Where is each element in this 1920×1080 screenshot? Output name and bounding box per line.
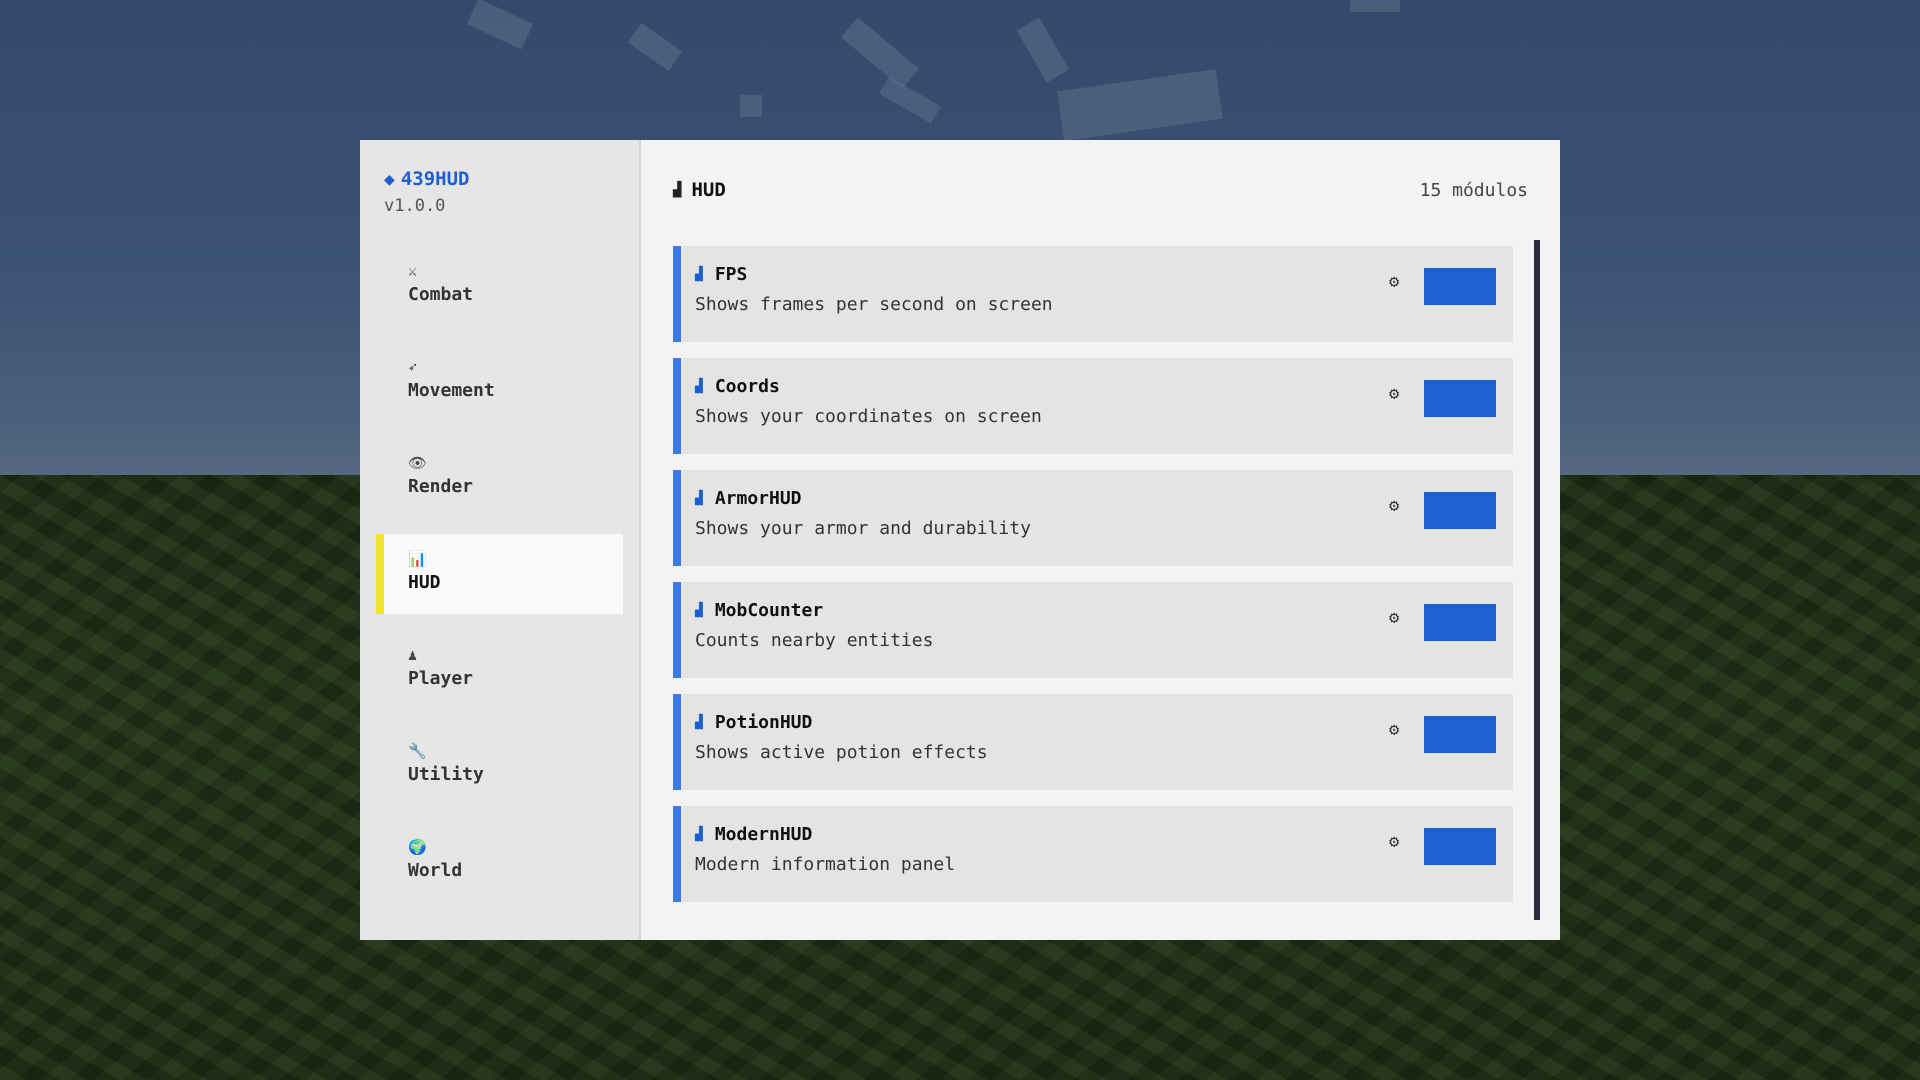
cloud xyxy=(627,22,683,72)
module-toggle[interactable] xyxy=(1424,828,1496,865)
module-description: Modern information panel xyxy=(695,854,956,875)
globe-icon: 🌍 xyxy=(408,838,427,856)
page-title: ▟ HUD xyxy=(673,179,726,201)
chart-icon: ▟ xyxy=(695,378,703,394)
diamond-icon: ◆ xyxy=(384,168,395,190)
sidebar-item-label: HUD xyxy=(408,572,441,593)
module-name: Coords xyxy=(714,375,780,397)
eye-icon: 👁 xyxy=(408,454,428,472)
sidebar-item-label: Render xyxy=(408,476,474,497)
chart-icon: ▟ xyxy=(695,714,703,730)
gear-icon[interactable]: ⚙ xyxy=(1389,384,1399,404)
gear-icon[interactable]: ⚙ xyxy=(1389,832,1399,852)
module-toggle[interactable] xyxy=(1424,604,1496,641)
module-card-modernhud[interactable]: ▟ ModernHUD Modern information panel ⚙ xyxy=(673,806,1513,902)
module-list-scrollbar[interactable] xyxy=(1534,240,1540,920)
brand: ◆ 439HUD v1.0.0 xyxy=(376,168,623,216)
module-list-area: ▟ HUD 15 módulos ▟ FPS Shows frames per … xyxy=(641,140,1560,940)
swords-icon: ⚔ xyxy=(408,262,418,280)
module-card-armorhud[interactable]: ▟ ArmorHUD Shows your armor and durabili… xyxy=(673,470,1513,566)
chart-icon: ▟ xyxy=(695,602,703,618)
sidebar-item-world[interactable]: 🌍 World xyxy=(376,822,623,902)
cloud xyxy=(841,17,919,89)
module-toggle[interactable] xyxy=(1424,268,1496,305)
module-description: Shows your armor and durability xyxy=(695,518,1031,539)
module-name: PotionHUD xyxy=(714,711,813,733)
cloud xyxy=(740,95,762,117)
chart-icon: ▟ xyxy=(695,266,703,282)
wrench-icon: 🔧 xyxy=(408,742,427,760)
module-name: ArmorHUD xyxy=(714,487,802,509)
sidebar-item-utility[interactable]: 🔧 Utility xyxy=(376,726,623,806)
module-name: FPS xyxy=(714,263,748,285)
sidebar-item-render[interactable]: 👁 Render xyxy=(376,438,623,518)
module-count: 15 módulos xyxy=(1419,179,1528,201)
gear-icon[interactable]: ⚙ xyxy=(1389,720,1399,740)
chart-icon: 📊 xyxy=(408,550,427,568)
cloud xyxy=(1057,69,1223,141)
module-toggle[interactable] xyxy=(1424,380,1496,417)
chart-icon: ▟ xyxy=(695,826,703,842)
sidebar-item-player[interactable]: ♟ Player xyxy=(376,630,623,710)
module-name: ModernHUD xyxy=(714,823,813,845)
module-card-potionhud[interactable]: ▟ PotionHUD Shows active potion effects … xyxy=(673,694,1513,790)
gear-icon[interactable]: ⚙ xyxy=(1389,608,1399,628)
sidebar-item-label: Player xyxy=(408,668,474,689)
sidebar-item-label: World xyxy=(408,860,463,881)
module-card-coords[interactable]: ▟ Coords Shows your coordinates on scree… xyxy=(673,358,1513,454)
sidebar-item-label: Movement xyxy=(408,380,495,401)
cloud xyxy=(879,76,941,124)
module-name: MobCounter xyxy=(714,599,824,621)
category-nav: ⚔ Combat ➶ Movement 👁 Render 📊 HUD ♟ Pla… xyxy=(376,246,623,902)
brand-version: v1.0.0 xyxy=(384,196,446,216)
sidebar-item-label: Combat xyxy=(408,284,474,305)
module-list: ▟ FPS Shows frames per second on screen … xyxy=(673,246,1513,902)
module-description: Shows your coordinates on screen xyxy=(695,406,1042,427)
person-icon: ♟ xyxy=(408,646,418,664)
module-toggle[interactable] xyxy=(1424,716,1496,753)
module-toggle[interactable] xyxy=(1424,492,1496,529)
chart-icon: ▟ xyxy=(695,490,703,506)
cloud xyxy=(466,0,534,50)
category-title: HUD xyxy=(691,179,726,201)
sidebar-item-hud[interactable]: 📊 HUD xyxy=(376,534,623,614)
brand-name: 439HUD xyxy=(400,168,470,190)
gear-icon[interactable]: ⚙ xyxy=(1389,496,1399,516)
cloud xyxy=(1016,17,1070,83)
sidebar-item-combat[interactable]: ⚔ Combat xyxy=(376,246,623,326)
cloud xyxy=(1350,0,1400,12)
module-card-fps[interactable]: ▟ FPS Shows frames per second on screen … xyxy=(673,246,1513,342)
module-header: ▟ HUD 15 módulos xyxy=(673,174,1528,206)
sidebar-item-movement[interactable]: ➶ Movement xyxy=(376,342,623,422)
chart-icon: ▟ xyxy=(673,182,682,198)
arrow-icon: ➶ xyxy=(408,358,418,376)
gear-icon[interactable]: ⚙ xyxy=(1389,272,1399,292)
category-sidebar: ◆ 439HUD v1.0.0 ⚔ Combat ➶ Movement 👁 Re… xyxy=(360,140,641,940)
client-menu-panel: ◆ 439HUD v1.0.0 ⚔ Combat ➶ Movement 👁 Re… xyxy=(360,140,1560,940)
module-description: Shows frames per second on screen xyxy=(695,294,1053,315)
module-description: Counts nearby entities xyxy=(695,630,934,651)
sidebar-item-label: Utility xyxy=(408,764,484,785)
module-card-mobcounter[interactable]: ▟ MobCounter Counts nearby entities ⚙ xyxy=(673,582,1513,678)
module-description: Shows active potion effects xyxy=(695,742,988,763)
